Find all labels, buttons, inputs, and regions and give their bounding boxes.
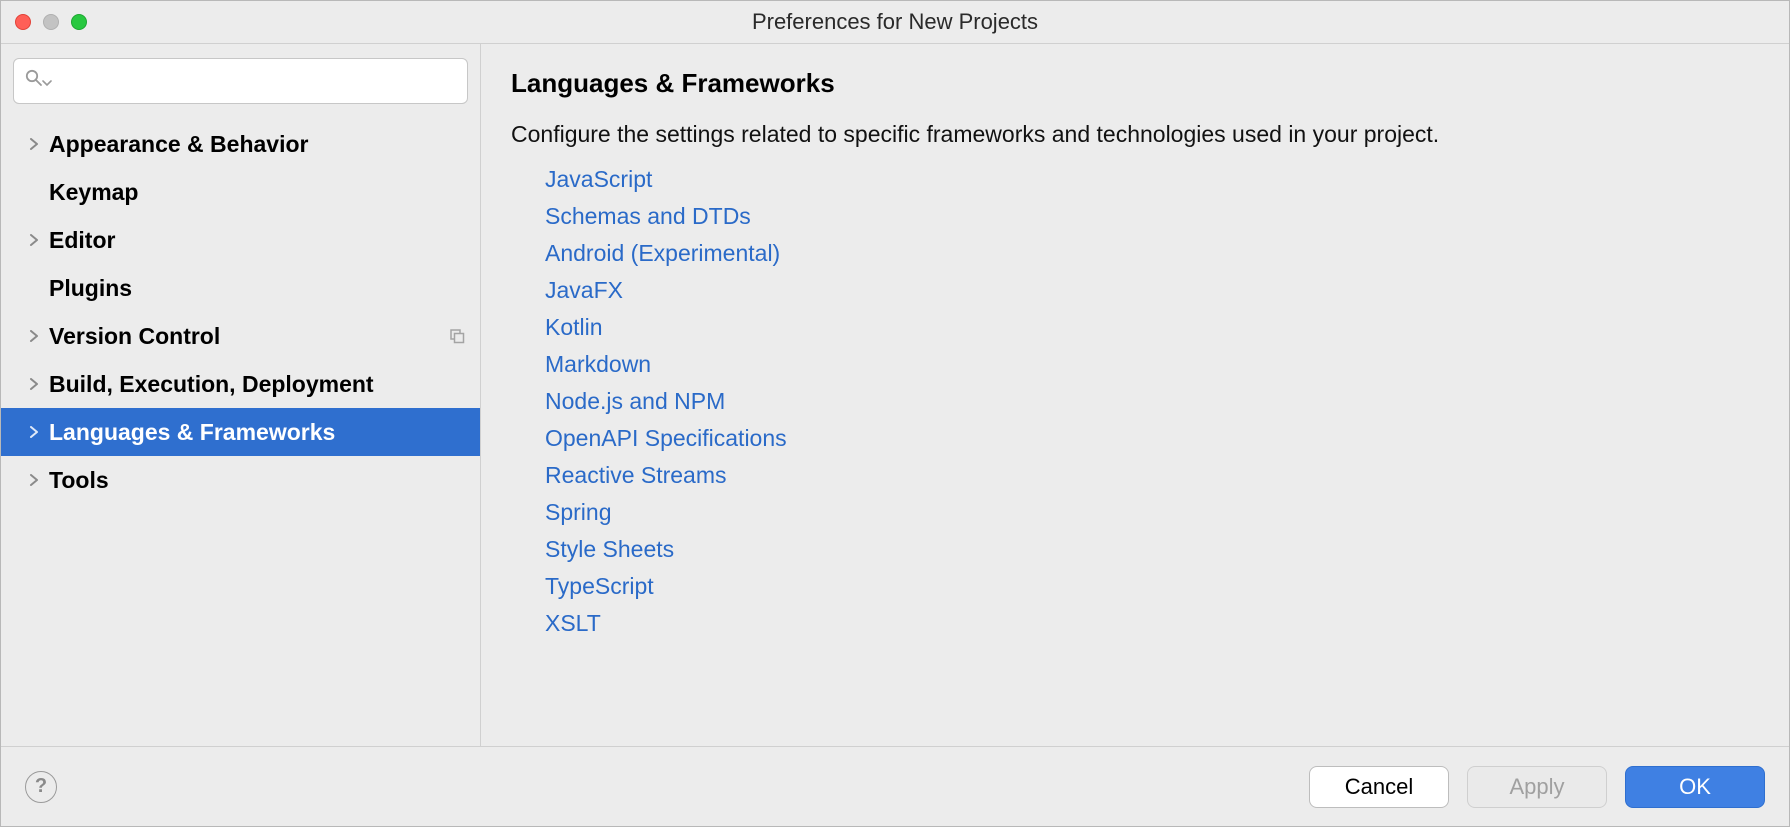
settings-link-kotlin[interactable]: Kotlin	[545, 314, 603, 341]
settings-link-xslt[interactable]: XSLT	[545, 610, 601, 637]
maximize-window-button[interactable]	[71, 14, 87, 30]
settings-link-typescript[interactable]: TypeScript	[545, 573, 654, 600]
sidebar-item-label: Tools	[49, 467, 109, 494]
sidebar-item-label: Languages & Frameworks	[49, 419, 335, 446]
dialog-body: Appearance & Behavior Keymap Editor Plugins…	[1, 44, 1789, 746]
sidebar-item-label: Keymap	[49, 179, 138, 206]
search-field[interactable]	[13, 58, 468, 104]
window-title: Preferences for New Projects	[1, 9, 1789, 35]
chevron-right-icon	[23, 474, 45, 486]
cancel-button[interactable]: Cancel	[1309, 766, 1449, 808]
settings-link-style-sheets[interactable]: Style Sheets	[545, 536, 674, 563]
ok-button[interactable]: OK	[1625, 766, 1765, 808]
chevron-right-icon	[23, 234, 45, 246]
settings-link-spring[interactable]: Spring	[545, 499, 611, 526]
search-dropdown-icon[interactable]	[42, 68, 52, 94]
dialog-footer: ? Cancel Apply OK	[1, 746, 1789, 826]
close-window-button[interactable]	[15, 14, 31, 30]
sidebar-item-keymap[interactable]: Keymap	[1, 168, 480, 216]
settings-main-panel: Languages & Frameworks Configure the set…	[481, 44, 1789, 746]
sidebar-item-languages-frameworks[interactable]: Languages & Frameworks	[1, 408, 480, 456]
settings-tree: Appearance & Behavior Keymap Editor Plugins…	[1, 114, 480, 746]
search-input[interactable]	[58, 70, 457, 93]
sidebar-item-label: Editor	[49, 227, 115, 254]
apply-button[interactable]: Apply	[1467, 766, 1607, 808]
chevron-right-icon	[23, 378, 45, 390]
page-heading: Languages & Frameworks	[511, 68, 1759, 99]
settings-link-node-js-and-npm[interactable]: Node.js and NPM	[545, 388, 725, 415]
chevron-right-icon	[23, 426, 45, 438]
sidebar-item-appearance-behavior[interactable]: Appearance & Behavior	[1, 120, 480, 168]
sidebar-item-label: Version Control	[49, 323, 220, 350]
page-description: Configure the settings related to specif…	[511, 121, 1759, 148]
chevron-right-icon	[23, 330, 45, 342]
search-container	[1, 44, 480, 114]
help-button[interactable]: ?	[25, 771, 57, 803]
sidebar-item-tools[interactable]: Tools	[1, 456, 480, 504]
minimize-window-button[interactable]	[43, 14, 59, 30]
sidebar-item-editor[interactable]: Editor	[1, 216, 480, 264]
titlebar: Preferences for New Projects	[1, 1, 1789, 44]
sidebar-item-build-execution-deployment[interactable]: Build, Execution, Deployment	[1, 360, 480, 408]
settings-link-openapi-specifications[interactable]: OpenAPI Specifications	[545, 425, 787, 452]
settings-link-reactive-streams[interactable]: Reactive Streams	[545, 462, 727, 489]
sidebar-item-label: Build, Execution, Deployment	[49, 371, 374, 398]
search-icon	[24, 68, 44, 94]
chevron-right-icon	[23, 138, 45, 150]
settings-link-markdown[interactable]: Markdown	[545, 351, 651, 378]
sidebar-item-version-control[interactable]: Version Control	[1, 312, 480, 360]
sidebar-item-label: Appearance & Behavior	[49, 131, 308, 158]
project-scope-icon	[448, 327, 466, 345]
preferences-window: Preferences for New Projects	[0, 0, 1790, 827]
settings-link-schemas-and-dtds[interactable]: Schemas and DTDs	[545, 203, 751, 230]
sidebar-item-label: Plugins	[49, 275, 132, 302]
sidebar-item-plugins[interactable]: Plugins	[1, 264, 480, 312]
settings-link-javafx[interactable]: JavaFX	[545, 277, 623, 304]
subpage-links: JavaScript Schemas and DTDs Android (Exper…	[511, 166, 1759, 637]
window-controls	[15, 14, 87, 30]
settings-sidebar: Appearance & Behavior Keymap Editor Plugins…	[1, 44, 481, 746]
settings-link-android-experimental[interactable]: Android (Experimental)	[545, 240, 780, 267]
settings-link-javascript[interactable]: JavaScript	[545, 166, 652, 193]
